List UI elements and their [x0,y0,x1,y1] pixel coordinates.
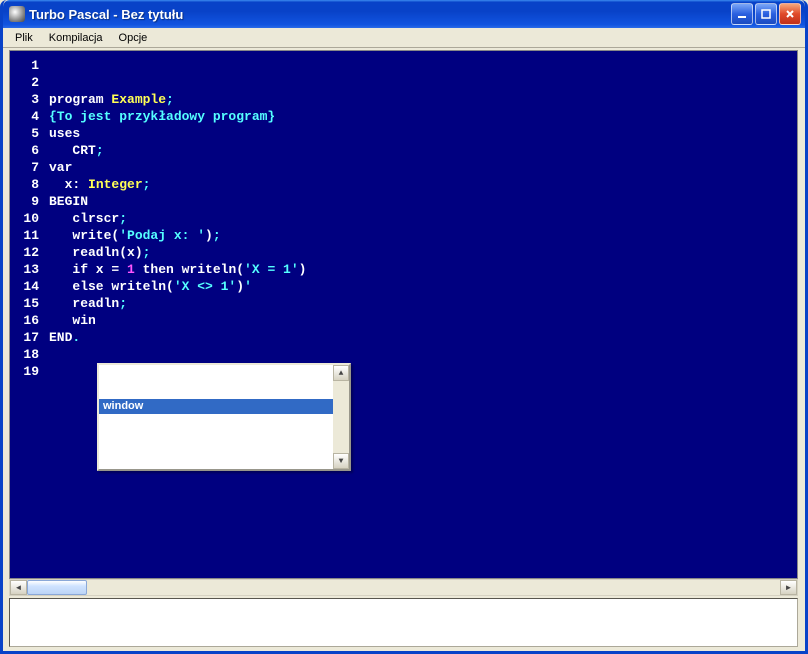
code-line: clrscr; [49,210,797,227]
close-button[interactable] [779,3,801,25]
window-title: Turbo Pascal - Bez tytułu [29,7,731,22]
menu-kompilacja[interactable]: Kompilacja [41,30,111,46]
scroll-track[interactable] [27,580,780,595]
code-line: CRT; [49,142,797,159]
minimize-button[interactable] [731,3,753,25]
app-window: Turbo Pascal - Bez tytułu Plik Kompilacj… [0,0,808,654]
maximize-button[interactable] [755,3,777,25]
code-editor[interactable]: 12345678910111213141516171819 program Ex… [9,50,798,579]
window-controls [731,3,801,25]
popup-scroll-up[interactable]: ▲ [333,365,349,381]
code-line: if x = 1 then writeln('X = 1') [49,261,797,278]
line-number-gutter: 12345678910111213141516171819 [10,51,43,578]
code-line: readln; [49,295,797,312]
code-line: uses [49,125,797,142]
menu-bar: Plik Kompilacja Opcje [3,28,805,48]
app-icon [9,6,25,22]
popup-scrollbar[interactable]: ▲ ▼ [333,365,349,469]
scroll-left-button[interactable]: ◄ [10,580,27,595]
autocomplete-popup[interactable]: window ▲ ▼ [97,363,351,471]
scroll-right-button[interactable]: ► [780,580,797,595]
horizontal-scrollbar[interactable]: ◄ ► [9,579,798,596]
output-panel[interactable] [9,598,798,647]
code-line: END. [49,329,797,346]
code-line: var [49,159,797,176]
code-line: else writeln('X <> 1')' [49,278,797,295]
code-line: program Example; [49,91,797,108]
title-bar[interactable]: Turbo Pascal - Bez tytułu [3,0,805,28]
menu-opcje[interactable]: Opcje [111,30,156,46]
code-line: x: Integer; [49,176,797,193]
code-line: readln(x); [49,244,797,261]
popup-scroll-down[interactable]: ▼ [333,453,349,469]
scroll-thumb[interactable] [27,580,87,595]
code-line: BEGIN [49,193,797,210]
code-line: {To jest przykładowy program} [49,108,797,125]
code-area[interactable]: program Example;{To jest przykładowy pro… [43,51,797,578]
code-line: write('Podaj x: '); [49,227,797,244]
code-line: win [49,312,797,329]
menu-plik[interactable]: Plik [7,30,41,46]
autocomplete-item-selected[interactable]: window [99,399,349,414]
